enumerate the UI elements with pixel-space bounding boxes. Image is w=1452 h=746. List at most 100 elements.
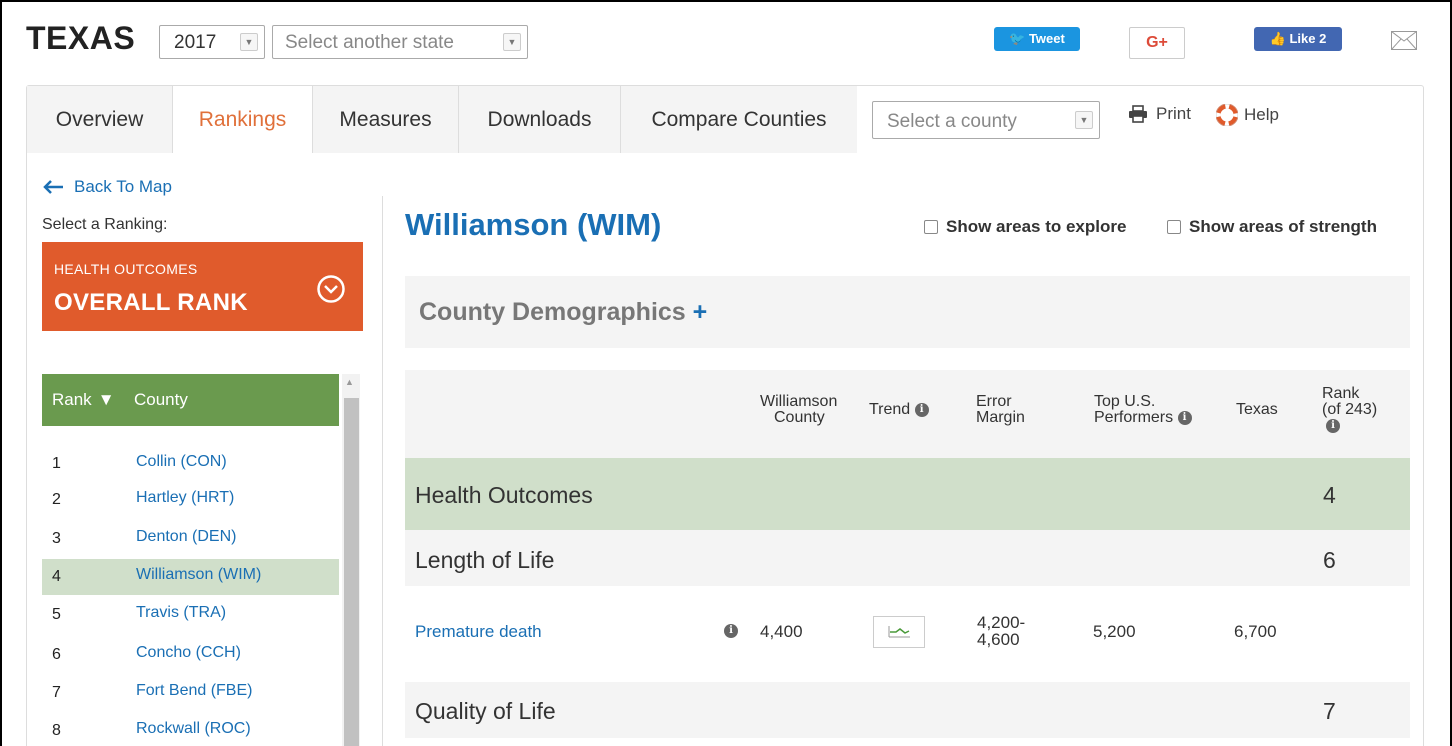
- county-select[interactable]: Select a county ▼: [872, 101, 1100, 139]
- state-value: 6,700: [1234, 622, 1277, 641]
- state-select[interactable]: Select another state ▼: [272, 25, 528, 59]
- section-rank: 4: [1323, 482, 1336, 508]
- tweet-button[interactable]: 🐦 Tweet: [994, 27, 1080, 51]
- ranking-selector[interactable]: HEALTH OUTCOMES OVERALL RANK: [42, 242, 363, 331]
- rank-number: 7: [52, 684, 61, 701]
- tab-compare-counties[interactable]: Compare Counties: [621, 86, 857, 153]
- rank-list-item[interactable]: 3 Denton (DEN): [42, 521, 339, 557]
- measure-row-premature-death: Premature death i 4,400 4,200- 4,600 5,2…: [405, 586, 1410, 682]
- tab-measures[interactable]: Measures: [313, 86, 459, 153]
- checkbox-label: Show areas to explore: [946, 217, 1127, 236]
- show-areas-to-explore-checkbox[interactable]: Show areas to explore: [924, 217, 1126, 237]
- info-icon[interactable]: i: [724, 624, 738, 638]
- rank-list-item[interactable]: 7 Fort Bend (FBE): [42, 675, 339, 711]
- show-areas-of-strength-checkbox[interactable]: Show areas of strength: [1167, 217, 1377, 237]
- county-link[interactable]: Fort Bend (FBE): [136, 682, 252, 700]
- ranking-name: OVERALL RANK: [54, 289, 248, 316]
- county-link[interactable]: Williamson (WIM): [136, 566, 261, 584]
- rank-list-item[interactable]: 2 Hartley (HRT): [42, 482, 339, 518]
- arrow-left-icon: [43, 180, 63, 194]
- col-header-county: Williamson County: [760, 393, 838, 426]
- rank-list-item[interactable]: 6 Concho (CCH): [42, 637, 339, 673]
- rank-sort-header[interactable]: Rank ▼: [52, 390, 115, 410]
- tab-label: Downloads: [487, 107, 592, 131]
- tab-downloads[interactable]: Downloads: [459, 86, 621, 153]
- twitter-bird-icon: 🐦: [1009, 31, 1026, 46]
- chevron-down-circle-icon: [317, 275, 345, 303]
- info-icon[interactable]: i: [1177, 410, 1192, 425]
- county-link[interactable]: Concho (CCH): [136, 644, 241, 662]
- checkbox-box[interactable]: [1167, 220, 1181, 234]
- year-select-value: 2017: [174, 32, 217, 53]
- county-demographics-toggle[interactable]: County Demographics +: [405, 276, 1410, 348]
- county-link[interactable]: Denton (DEN): [136, 528, 236, 546]
- section-label: Quality of Life: [415, 698, 556, 724]
- help-label: Help: [1244, 105, 1279, 124]
- col-header-rank: Rank (of 243) i: [1322, 385, 1378, 433]
- print-link[interactable]: Print: [1128, 104, 1191, 124]
- back-to-map-link[interactable]: Back To Map: [42, 177, 172, 197]
- rank-list-item[interactable]: 5 Travis (TRA): [42, 597, 339, 633]
- help-link[interactable]: Help: [1216, 104, 1279, 126]
- county-link[interactable]: Collin (CON): [136, 453, 227, 471]
- county-header-label: County: [134, 390, 188, 409]
- info-icon[interactable]: i: [1326, 418, 1340, 433]
- facebook-like-button[interactable]: 👍 Like 2: [1254, 27, 1342, 51]
- section-label: Length of Life: [415, 547, 555, 573]
- col-header-trend: Trend i: [869, 402, 929, 418]
- rank-number: 5: [52, 606, 61, 623]
- ranking-category: HEALTH OUTCOMES: [54, 261, 198, 277]
- trend-graph-button[interactable]: [873, 616, 925, 648]
- tab-label: Overview: [55, 107, 144, 131]
- col-header-error-margin: Error Margin: [976, 393, 1025, 426]
- like-label: Like 2: [1289, 31, 1327, 46]
- rank-number: 3: [52, 530, 61, 547]
- back-to-map-label: Back To Map: [74, 177, 172, 196]
- checkbox-label: Show areas of strength: [1189, 217, 1377, 236]
- measure-link[interactable]: Premature death: [415, 622, 542, 642]
- chevron-down-icon: ▼: [240, 33, 258, 51]
- printer-icon: [1129, 105, 1147, 123]
- checkbox-box[interactable]: [924, 220, 938, 234]
- tab-label: Compare Counties: [651, 107, 827, 131]
- section-rank: 6: [1323, 547, 1336, 573]
- print-label: Print: [1156, 104, 1191, 123]
- mail-icon[interactable]: [1391, 31, 1417, 50]
- scroll-up-icon[interactable]: ▲: [345, 377, 354, 387]
- section-rank: 7: [1323, 698, 1336, 724]
- tab-rankings[interactable]: Rankings: [173, 86, 313, 153]
- col-header-state: Texas: [1236, 401, 1278, 418]
- rank-number: 8: [52, 722, 61, 739]
- county-link[interactable]: Travis (TRA): [136, 604, 226, 622]
- state-select-placeholder: Select another state: [285, 32, 454, 53]
- county-value: 4,400: [760, 622, 803, 641]
- rank-header-label: Rank: [52, 390, 92, 409]
- section-row-health-outcomes: Health Outcomes 4: [405, 458, 1410, 530]
- county-link[interactable]: Hartley (HRT): [136, 489, 234, 507]
- section-row-length-of-life: Length of Life 6: [405, 530, 1410, 586]
- expand-plus-icon: +: [692, 298, 708, 326]
- year-select[interactable]: 2017 ▼: [159, 25, 265, 59]
- rank-list-item-selected[interactable]: 4 Williamson (WIM): [42, 559, 339, 595]
- info-icon[interactable]: i: [914, 402, 929, 417]
- lifebuoy-icon: [1216, 104, 1238, 126]
- rank-list-item[interactable]: 8 Rockwall (ROC): [42, 713, 339, 746]
- county-title: Williamson (WIM): [405, 207, 662, 242]
- rank-list-item[interactable]: 1 Collin (CON): [42, 446, 339, 482]
- google-plus-icon: G+: [1146, 34, 1168, 51]
- scrollbar-thumb[interactable]: [344, 398, 359, 746]
- county-demographics-label: County Demographics +: [419, 298, 708, 326]
- chevron-down-icon: ▼: [1075, 111, 1093, 129]
- county-link[interactable]: Rockwall (ROC): [136, 720, 251, 738]
- tweet-label: Tweet: [1028, 31, 1065, 46]
- tab-label: Measures: [339, 107, 432, 131]
- tab-label: Rankings: [198, 107, 287, 131]
- section-row-quality-of-life: Quality of Life 7: [405, 682, 1410, 738]
- select-ranking-label: Select a Ranking:: [42, 216, 168, 233]
- top-performers-value: 5,200: [1093, 622, 1136, 641]
- col-header-top-performers: Top U.S. Performers i: [1094, 394, 1192, 426]
- google-plus-button[interactable]: G+: [1129, 27, 1185, 59]
- rank-table-header: Rank ▼ County: [42, 374, 339, 426]
- rank-number: 2: [52, 491, 61, 508]
- tab-overview[interactable]: Overview: [27, 86, 173, 153]
